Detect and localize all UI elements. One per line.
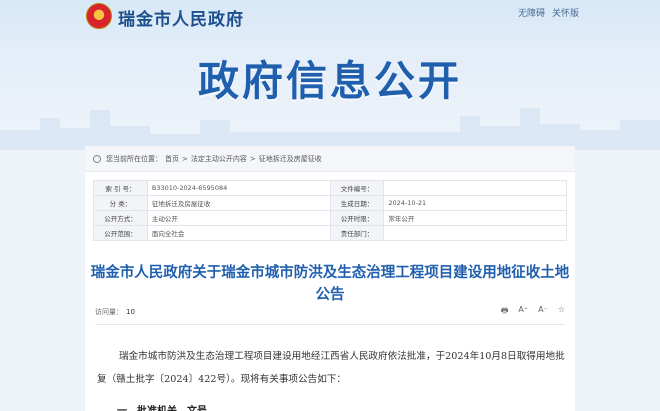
breadcrumb-separator: > xyxy=(249,154,256,163)
font-increase-icon[interactable]: A⁺ xyxy=(518,305,528,319)
category-value: 征地拆迁及房屋征收 xyxy=(146,195,331,211)
responsible-dept-value xyxy=(383,225,567,241)
content-card: 您当前所在位置： 首页 > 法定主动公开内容 > 征地拆迁及房屋征收 索 引 号… xyxy=(85,146,575,411)
favorite-icon[interactable]: ☆ xyxy=(558,305,565,319)
created-date-label: 生成日期： xyxy=(329,195,385,211)
breadcrumb-separator: > xyxy=(182,154,188,163)
document-stats: 访问量： 10 🖶 A⁺ A⁻ ☆ xyxy=(95,305,565,319)
category-label: 分 类： xyxy=(93,195,148,211)
table-row: 公开范围： 面向全社会 责任部门： xyxy=(93,225,567,241)
views-label: 访问量： xyxy=(95,308,123,316)
section-heading: 一、批准机关、文号 xyxy=(117,402,207,411)
breadcrumb: 您当前所在位置： 首页 > 法定主动公开内容 > 征地拆迁及房屋征收 xyxy=(85,146,575,172)
breadcrumb-home[interactable]: 首页 xyxy=(165,154,179,164)
document-title: 瑞金市人民政府关于瑞金市城市防洪及生态治理工程项目建设用地征收土地公告 xyxy=(90,265,570,303)
elder-mode-link[interactable]: 关怀版 xyxy=(552,6,579,19)
font-decrease-icon[interactable]: A⁻ xyxy=(538,305,548,319)
disclosure-period-value: 常年公开 xyxy=(383,210,567,226)
table-row: 索 引 号： B33010-2024-6595084 文件编号： xyxy=(93,180,567,196)
print-icon[interactable]: 🖶 xyxy=(501,305,509,319)
table-row: 公开方式： 主动公开 公开时限： 常年公开 xyxy=(93,210,567,226)
breadcrumb-prefix: 您当前所在位置： xyxy=(106,154,162,163)
divider xyxy=(95,324,565,325)
table-row: 分 类： 征地拆迁及房屋征收 生成日期： 2024-10-21 xyxy=(93,195,567,211)
site-title[interactable]: 瑞金市人民政府 xyxy=(118,5,244,30)
responsible-dept-label: 责任部门： xyxy=(329,225,385,241)
breadcrumb-land-acquisition[interactable]: 征地拆迁及房屋征收 xyxy=(259,154,322,164)
index-number-label: 索 引 号： xyxy=(93,180,148,196)
index-number-value: B33010-2024-6595084 xyxy=(146,180,331,196)
header-banner: 瑞金市人民政府 无障碍 关怀版 政府信息公开 xyxy=(0,0,660,150)
file-number-label: 文件编号： xyxy=(329,180,385,196)
disclosure-scope-label: 公开范围： xyxy=(93,225,148,241)
disclosure-scope-value: 面向全社会 xyxy=(146,225,331,241)
disclosure-period-label: 公开时限： xyxy=(329,210,385,226)
banner-title: 政府信息公开 xyxy=(198,57,462,105)
metadata-table: 索 引 号： B33010-2024-6595084 文件编号： 分 类： 征地… xyxy=(93,180,567,241)
location-icon xyxy=(93,154,101,163)
accessibility-link[interactable]: 无障碍 xyxy=(518,6,545,19)
file-number-value xyxy=(383,180,567,196)
document-paragraph: 瑞金市城市防洪及生态治理工程项目建设用地经江西省人民政府依法批准，于2024年1… xyxy=(97,351,565,385)
created-date-value: 2024-10-21 xyxy=(383,195,567,211)
national-emblem-icon xyxy=(86,3,112,29)
disclosure-method-value: 主动公开 xyxy=(146,210,331,226)
views-count: 10 xyxy=(126,308,135,316)
document-tools: 🖶 A⁺ A⁻ ☆ xyxy=(501,305,565,319)
breadcrumb-public-content[interactable]: 法定主动公开内容 xyxy=(191,154,247,164)
disclosure-method-label: 公开方式： xyxy=(93,210,148,226)
